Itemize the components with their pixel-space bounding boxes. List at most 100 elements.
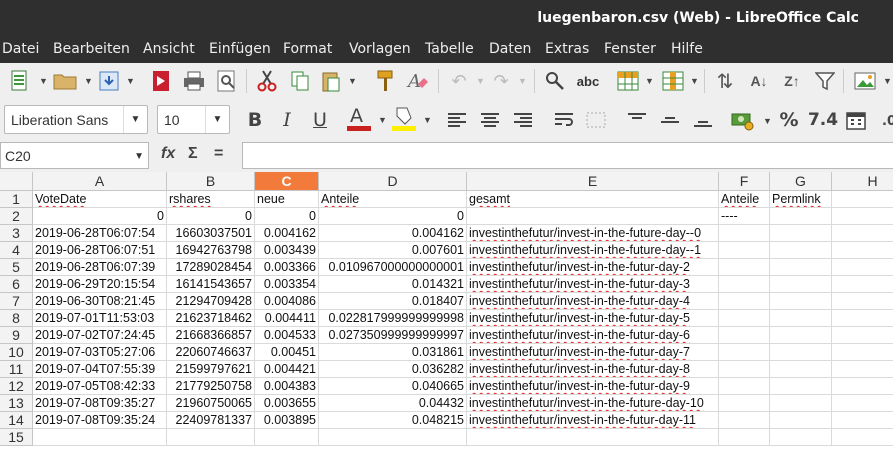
cell-a2[interactable]: 0 [33,208,167,225]
cell-a9[interactable]: 2019-07-02T07:24:45 [33,327,167,344]
cell-g6[interactable] [770,276,832,293]
column-icon[interactable] [660,68,686,94]
column-header-b[interactable]: B [167,172,255,191]
cell-h8[interactable] [832,310,893,327]
row-header[interactable]: 5 [0,259,33,276]
cell-e12[interactable]: investinthefutur/invest-in-the-futur-day… [467,378,719,395]
row-dropdown-icon[interactable]: ▼ [645,76,654,86]
cell-e15[interactable] [467,429,719,446]
cell-h1[interactable] [832,191,893,208]
cell-d5[interactable]: 0.010967000000000001 [319,259,467,276]
menu-hilfe[interactable]: Hilfe [671,41,703,57]
cell-f11[interactable] [719,361,770,378]
highlight-color-icon[interactable] [391,105,417,131]
cell-c5[interactable]: 0.003366 [255,259,319,276]
column-header-h[interactable]: H [832,172,893,191]
menu-datei[interactable]: Datei [2,41,39,57]
cell-b10[interactable]: 22060746637 [167,344,255,361]
cell-c8[interactable]: 0.004411 [255,310,319,327]
highlight-dropdown-icon[interactable]: ▼ [423,115,432,125]
paste-dropdown-icon[interactable]: ▼ [348,76,357,86]
font-name-combo[interactable]: Liberation Sans ▼ [4,105,148,134]
cell-g2[interactable] [770,208,832,225]
cell-f10[interactable] [719,344,770,361]
row-header[interactable]: 4 [0,242,33,259]
cell-c11[interactable]: 0.004421 [255,361,319,378]
cell-a7[interactable]: 2019-06-30T08:21:45 [33,293,167,310]
cell-h6[interactable] [832,276,893,293]
cell-b2[interactable]: 0 [167,208,255,225]
cell-e13[interactable]: investinthefutur/invest-in-the-future-da… [467,395,719,412]
chevron-down-icon[interactable]: ▼ [134,151,144,162]
row-header[interactable]: 1 [0,191,33,208]
redo-icon[interactable]: ↷ [488,68,514,94]
cell-c12[interactable]: 0.004383 [255,378,319,395]
menu-format[interactable]: Format [283,41,332,57]
sort-ascending-icon[interactable]: A↓ [746,68,772,94]
cell-g4[interactable] [770,242,832,259]
menu-einfuegen[interactable]: Einfügen [209,41,271,57]
formula-input[interactable] [242,142,893,169]
cell-g12[interactable] [770,378,832,395]
cell-f7[interactable] [719,293,770,310]
cell-e2[interactable] [467,208,719,225]
cell-e5[interactable]: investinthefutur/invest-in-the-futur-day… [467,259,719,276]
open-folder-icon[interactable] [52,68,78,94]
redo-dropdown-icon[interactable]: ▼ [518,76,527,86]
cell-f9[interactable] [719,327,770,344]
cell-g15[interactable] [770,429,832,446]
open-dropdown-icon[interactable]: ▼ [84,76,93,86]
cell-a14[interactable]: 2019-07-08T09:35:24 [33,412,167,429]
cell-b14[interactable]: 22409781337 [167,412,255,429]
cell-g3[interactable] [770,225,832,242]
cell-c13[interactable]: 0.003655 [255,395,319,412]
menu-extras[interactable]: Extras [545,41,589,57]
cell-b3[interactable]: 16603037501 [167,225,255,242]
align-center-icon[interactable] [477,107,503,133]
cell-a6[interactable]: 2019-06-29T20:15:54 [33,276,167,293]
cell-a15[interactable] [33,429,167,446]
cell-d7[interactable]: 0.018407 [319,293,467,310]
menu-ansicht[interactable]: Ansicht [143,41,195,57]
number-format-button[interactable]: 7.4 [808,107,838,133]
row-header[interactable]: 2 [0,208,33,225]
cell-a4[interactable]: 2019-06-28T06:07:51 [33,242,167,259]
row-header[interactable]: 14 [0,412,33,429]
cell-a3[interactable]: 2019-06-28T06:07:54 [33,225,167,242]
select-all-corner[interactable] [0,172,33,191]
cell-a13[interactable]: 2019-07-08T09:35:27 [33,395,167,412]
cell-c14[interactable]: 0.003895 [255,412,319,429]
cell-d4[interactable]: 0.007601 [319,242,467,259]
cell-b15[interactable] [167,429,255,446]
cell-d14[interactable]: 0.048215 [319,412,467,429]
cell-h2[interactable] [832,208,893,225]
row-header[interactable]: 10 [0,344,33,361]
cell-h4[interactable] [832,242,893,259]
cell-g5[interactable] [770,259,832,276]
export-pdf-icon[interactable] [148,68,174,94]
cell-d1[interactable]: Anteile [319,191,467,208]
column-header-c[interactable]: C [255,172,319,191]
align-middle-icon[interactable] [657,107,683,133]
align-top-icon[interactable] [624,107,650,133]
cell-a1[interactable]: VoteDate [33,191,167,208]
menu-daten[interactable]: Daten [489,41,531,57]
cell-c6[interactable]: 0.003354 [255,276,319,293]
cell-b11[interactable]: 21599797621 [167,361,255,378]
row-header[interactable]: 12 [0,378,33,395]
function-wizard-button[interactable]: fx [161,145,175,163]
cell-f2[interactable]: ---- [719,208,770,225]
cell-f15[interactable] [719,429,770,446]
cell-d3[interactable]: 0.004162 [319,225,467,242]
sum-button[interactable]: Σ [188,145,198,163]
cell-a5[interactable]: 2019-06-28T06:07:39 [33,259,167,276]
find-replace-icon[interactable] [542,68,568,94]
currency-format-icon[interactable] [730,107,756,133]
wrap-text-icon[interactable] [551,107,577,133]
cell-d15[interactable] [319,429,467,446]
save-dropdown-icon[interactable]: ▼ [126,76,135,86]
cell-e14[interactable]: investinthefutur/invest-in-the-futur-day… [467,412,719,429]
cell-e1[interactable]: gesamt [467,191,719,208]
cell-h7[interactable] [832,293,893,310]
cell-h9[interactable] [832,327,893,344]
